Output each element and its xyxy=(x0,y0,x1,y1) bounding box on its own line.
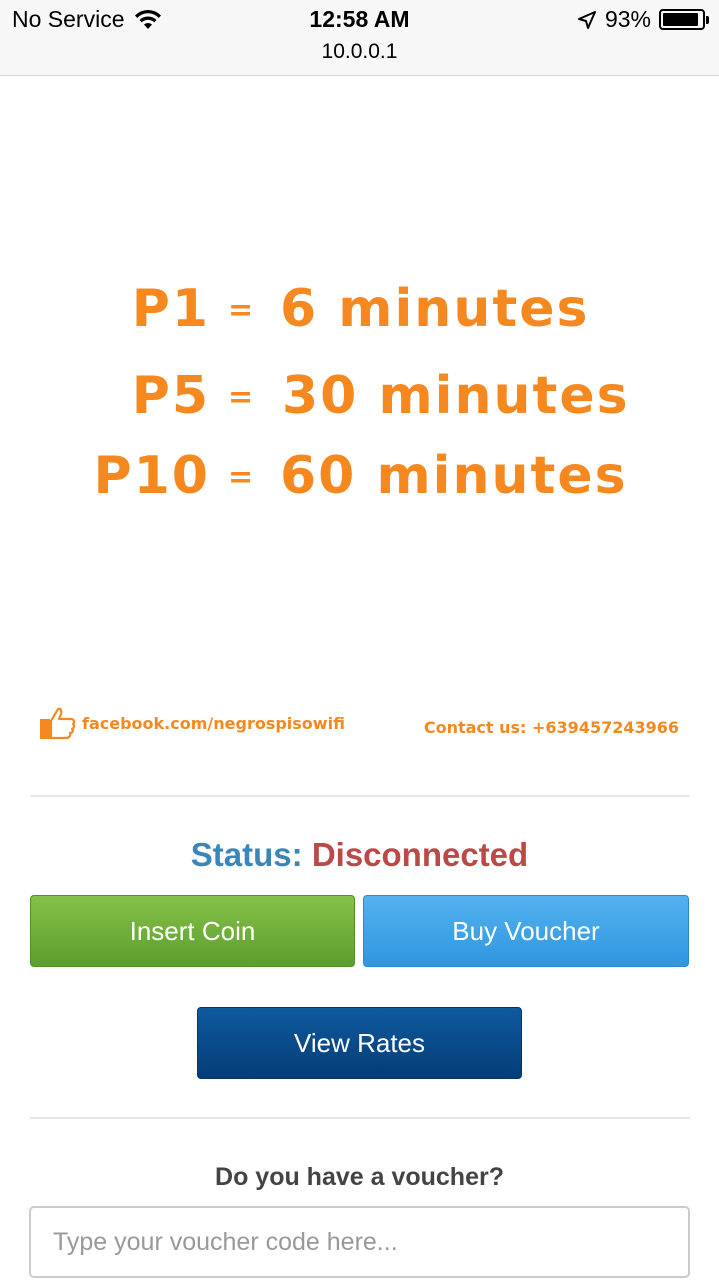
status-right: 93% xyxy=(577,6,709,33)
thumbs-up-icon xyxy=(40,707,76,740)
view-rates-button[interactable]: View Rates xyxy=(197,1007,522,1079)
ios-status-bar: No Service 12:58 AM 10.0.0.1 93% xyxy=(0,0,719,76)
contact-info: Contact us: +639457243966 xyxy=(423,718,679,737)
facebook-url: facebook.com/negrospisowifi xyxy=(82,713,345,733)
status-label: Status: xyxy=(190,836,303,873)
insert-coin-button[interactable]: Insert Coin xyxy=(30,895,355,967)
divider xyxy=(30,795,690,797)
rate-duration: 6 minutes xyxy=(280,279,590,339)
rates-banner: P1 = 6 minutes P5 = 30 minutes P10 = 60 … xyxy=(0,76,719,776)
buy-voucher-button[interactable]: Buy Voucher xyxy=(363,895,689,967)
rate-amount: P1 xyxy=(131,279,210,339)
divider xyxy=(30,1117,690,1119)
location-arrow-icon xyxy=(577,10,596,29)
rate-equals: = xyxy=(228,293,256,328)
rate-equals: = xyxy=(228,460,256,495)
page-url[interactable]: 10.0.0.1 xyxy=(0,40,719,64)
connection-status: Status: Disconnected xyxy=(0,836,719,874)
rate-amount: P5 xyxy=(131,366,210,426)
rate-amount: P10 xyxy=(93,446,210,506)
battery-percent: 93% xyxy=(604,6,651,32)
voucher-question: Do you have a voucher? xyxy=(215,1163,504,1191)
battery-fill xyxy=(663,13,699,26)
rate-duration: 60 minutes xyxy=(280,446,628,506)
status-value: Disconnected xyxy=(311,836,529,873)
rate-equals: = xyxy=(228,380,256,415)
rate-duration: 30 minutes xyxy=(282,366,630,426)
facebook-link[interactable]: facebook.com/negrospisowifi xyxy=(40,706,345,740)
battery-icon xyxy=(659,9,709,30)
voucher-code-input[interactable] xyxy=(29,1206,690,1278)
